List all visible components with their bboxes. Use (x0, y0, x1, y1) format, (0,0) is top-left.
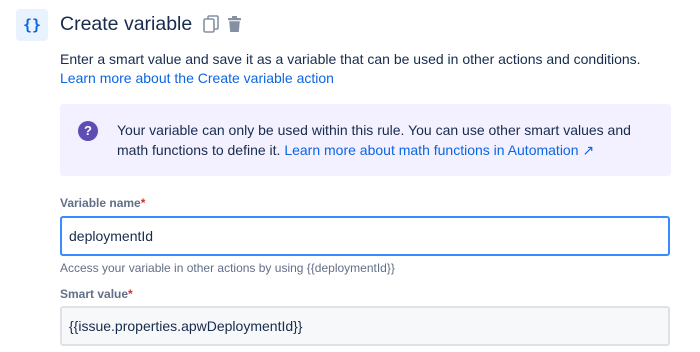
smart-value-label: Smart value* (60, 286, 133, 302)
page-title: Create variable (60, 13, 193, 35)
create-variable-help-link[interactable]: Learn more about the Create variable act… (60, 68, 334, 88)
copy-icon[interactable] (203, 15, 219, 33)
variable-name-label-text: Variable name (60, 196, 141, 210)
description-text: Enter a smart value and save it as a var… (60, 51, 641, 67)
trash-icon[interactable] (226, 15, 243, 33)
header-braces-icon: {} (16, 9, 48, 41)
question-icon: ? (78, 121, 98, 141)
smart-value-label-text: Smart value (60, 287, 129, 301)
smart-value-input[interactable]: {{issue.properties.apwDeploymentId}} (60, 306, 670, 346)
variable-name-helper: Access your variable in other actions by… (60, 261, 395, 275)
info-panel-message: Your variable can only be used within th… (117, 120, 662, 160)
required-marker: * (140, 196, 146, 210)
required-marker: * (128, 287, 133, 301)
info-panel: ? Your variable can only be used within … (60, 104, 671, 176)
variable-name-input[interactable]: deploymentId (60, 216, 670, 256)
smart-value-value: {{issue.properties.apwDeploymentId}} (69, 318, 303, 334)
math-functions-help-link[interactable]: Learn more about math functions in Autom… (284, 142, 594, 158)
variable-name-label: Variable name* (60, 195, 145, 211)
variable-name-value: deploymentId (69, 228, 154, 244)
